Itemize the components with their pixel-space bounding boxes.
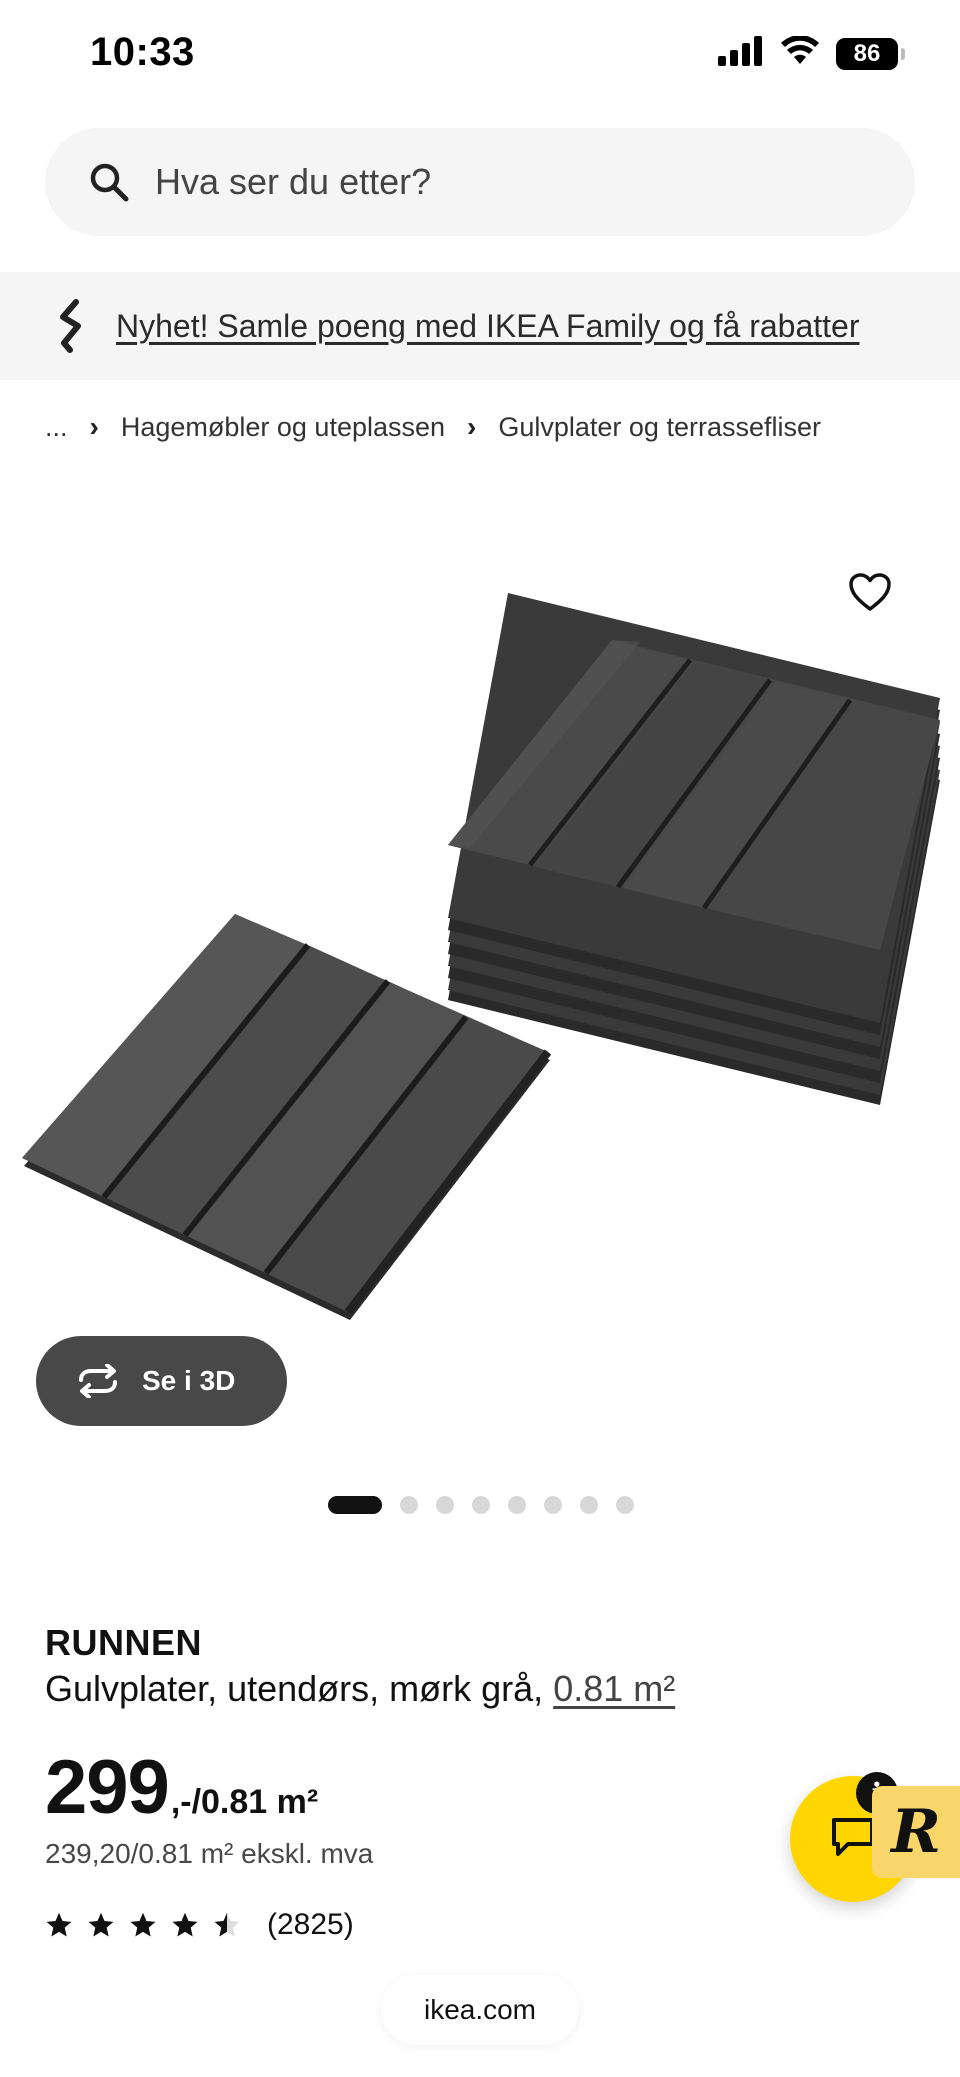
search-icon: [87, 160, 131, 204]
search-input[interactable]: [155, 161, 855, 203]
breadcrumb-item-garden[interactable]: Hagemøbler og uteplassen: [121, 412, 445, 443]
product-size-link[interactable]: 0.81 m²: [553, 1668, 675, 1709]
battery-icon: 86: [836, 37, 905, 70]
favourite-button[interactable]: [840, 564, 900, 624]
status-bar: 10:33 86: [0, 0, 960, 110]
star-icon: [88, 1912, 114, 1937]
star-icon: [46, 1912, 72, 1937]
pager-dot[interactable]: [544, 1496, 562, 1514]
url-bar[interactable]: ikea.com: [381, 1975, 579, 2045]
status-icons: 86: [718, 35, 905, 71]
promo-link[interactable]: Nyhet! Samle poeng med IKEA Family og få…: [116, 308, 859, 345]
price-ex-vat: 239,20/0.81 m² ekskl. mva: [45, 1838, 374, 1869]
product-name: RUNNEN: [45, 1622, 203, 1663]
view-3d-label: Se i 3D: [142, 1365, 236, 1396]
chat-icon: [828, 1814, 878, 1865]
chevron-right-icon: ›: [89, 411, 99, 442]
rotate-3d-icon: [74, 1361, 122, 1401]
status-time: 10:33: [90, 30, 195, 74]
pager-dot[interactable]: [616, 1496, 634, 1514]
pager-dot[interactable]: [580, 1496, 598, 1514]
product-description: Gulvplater, utendørs, mørk grå, 0.81 m²: [45, 1668, 675, 1710]
price-suffix: ,-/0.81 m²: [170, 1783, 319, 1821]
heart-icon: [848, 572, 892, 617]
ikea-family-icon: [50, 298, 92, 354]
product-image[interactable]: [0, 560, 960, 1340]
pager-dot[interactable]: [436, 1496, 454, 1514]
tile-stack-image: [448, 593, 940, 1105]
r-extension-tab[interactable]: R: [872, 1786, 960, 1878]
pager-dot[interactable]: [400, 1496, 418, 1514]
signal-icon: [718, 36, 764, 71]
view-3d-button[interactable]: Se i 3D: [36, 1336, 287, 1426]
product-description-text: Gulvplater, utendørs, mørk grå,: [45, 1668, 544, 1709]
chevron-right-icon: ›: [467, 411, 477, 442]
half-star-icon: [214, 1912, 240, 1937]
breadcrumb-item-floor-tiles[interactable]: Gulvplater og terrassefliser: [498, 412, 821, 443]
battery-level: 86: [853, 39, 881, 67]
product-price: 299 ,-/0.81 m²: [45, 1744, 318, 1831]
star-icon: [172, 1912, 198, 1937]
breadcrumb-ellipsis[interactable]: ...: [45, 412, 68, 443]
promo-banner[interactable]: Nyhet! Samle poeng med IKEA Family og få…: [0, 272, 960, 380]
breadcrumb: ... › Hagemøbler og uteplassen › Gulvpla…: [45, 406, 821, 448]
star-icon: [130, 1912, 156, 1937]
rating-stars: [45, 1911, 241, 1939]
price-integer: 299: [45, 1745, 170, 1830]
wifi-icon: [780, 35, 820, 71]
pager-dot[interactable]: [508, 1496, 526, 1514]
search-bar[interactable]: [45, 128, 915, 236]
pager-dot[interactable]: [328, 1496, 382, 1514]
image-pager: [328, 1496, 634, 1514]
review-count[interactable]: (2825): [267, 1908, 354, 1942]
pager-dot[interactable]: [472, 1496, 490, 1514]
product-rating[interactable]: (2825): [45, 1908, 354, 1942]
